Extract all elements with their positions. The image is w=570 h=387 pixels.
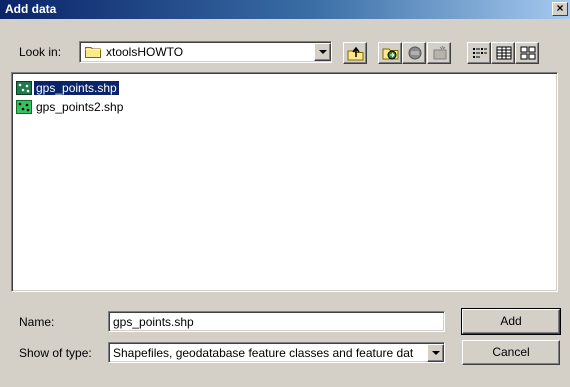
list-item[interactable]: gps_points.shp (16, 80, 120, 96)
name-label: Name: (19, 315, 55, 329)
file-list[interactable]: gps_points.shp gps_points2.shp (11, 72, 558, 292)
new-item-button[interactable] (427, 42, 451, 64)
point-shapefile-icon (16, 81, 32, 95)
add-button[interactable]: Add (461, 308, 561, 335)
show-of-type-dropdown-button[interactable] (427, 344, 444, 362)
show-of-type-dropdown[interactable]: Shapefiles, geodatabase feature classes … (108, 342, 445, 363)
connect-to-folder-button[interactable] (378, 42, 402, 64)
close-button[interactable]: × (552, 2, 568, 16)
close-icon: × (556, 1, 564, 15)
look-in-dropdown[interactable]: xtoolsHOWTO (79, 41, 332, 63)
details-view-icon (496, 46, 512, 60)
disconnect-folder-icon (408, 46, 422, 60)
look-in-value: xtoolsHOWTO (106, 45, 184, 59)
chevron-down-icon (319, 50, 327, 54)
list-view-button[interactable] (467, 42, 491, 64)
list-view-icon (473, 48, 487, 58)
details-view-button[interactable] (491, 42, 515, 64)
show-of-type-value: Shapefiles, geodatabase feature classes … (113, 346, 414, 360)
look-in-dropdown-button[interactable] (314, 43, 331, 61)
show-of-type-label: Show of type: (19, 346, 92, 360)
list-item[interactable]: gps_points2.shp (16, 99, 125, 115)
name-input[interactable] (108, 311, 445, 332)
up-one-level-button[interactable] (343, 42, 367, 64)
connect-folder-icon (382, 48, 399, 60)
file-name: gps_points.shp (33, 80, 120, 96)
look-in-label: Look in: (19, 45, 62, 59)
thumbnails-view-button[interactable] (515, 42, 539, 64)
point-shapefile-icon (16, 100, 32, 114)
file-name: gps_points2.shp (36, 100, 124, 114)
chevron-down-icon (432, 351, 440, 355)
title-bar: Add data × (0, 0, 570, 19)
window-title: Add data (5, 2, 57, 16)
folder-icon (85, 47, 101, 58)
up-folder-icon (347, 46, 364, 61)
cancel-button[interactable]: Cancel (462, 340, 560, 365)
thumbnails-view-icon (520, 46, 536, 60)
disconnect-folder-button[interactable] (402, 42, 426, 64)
new-item-icon (433, 45, 447, 60)
